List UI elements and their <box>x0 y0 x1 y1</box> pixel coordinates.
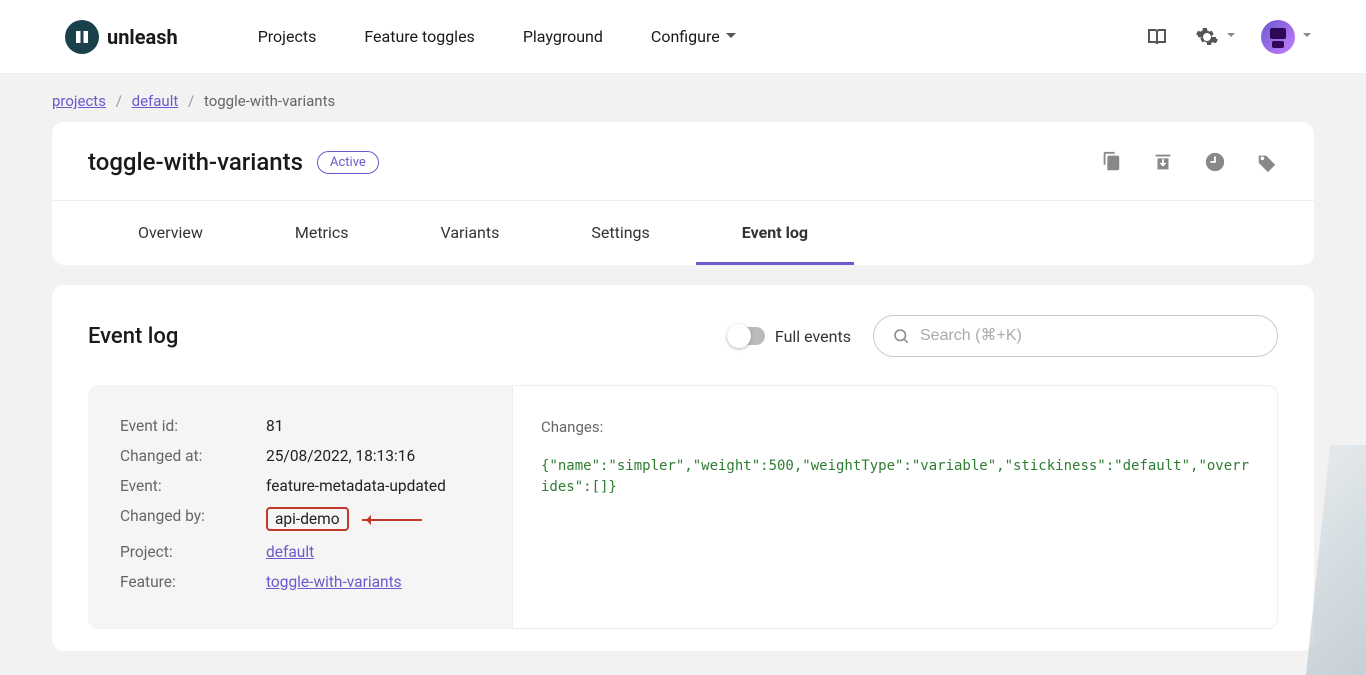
breadcrumb-sep: / <box>188 92 194 110</box>
status-badge: Active <box>317 151 379 174</box>
full-events-toggle[interactable]: Full events <box>727 327 851 346</box>
nav-configure[interactable]: Configure <box>651 27 736 46</box>
logo[interactable]: unleash <box>65 20 178 54</box>
event-log-header: Event log Full events <box>88 315 1278 357</box>
breadcrumb-project[interactable]: default <box>132 92 179 110</box>
event-feature-link[interactable]: toggle-with-variants <box>266 573 402 591</box>
event-changed-at-label: Changed at: <box>120 447 266 465</box>
clock-icon[interactable] <box>1204 151 1226 173</box>
top-nav-right <box>1145 20 1311 54</box>
event-project-link[interactable]: default <box>266 543 314 561</box>
event-feature-label: Feature: <box>120 573 266 591</box>
event-changed-at-value: 25/08/2022, 18:13:16 <box>266 447 415 465</box>
tab-metrics[interactable]: Metrics <box>249 201 395 265</box>
tag-icon[interactable] <box>1256 151 1278 173</box>
nav-links: Projects Feature toggles Playground Conf… <box>258 27 736 46</box>
search-input[interactable] <box>920 327 1259 345</box>
tab-settings[interactable]: Settings <box>545 201 695 265</box>
tab-variants[interactable]: Variants <box>395 201 546 265</box>
event-type-label: Event: <box>120 477 266 495</box>
changes-label: Changes: <box>541 418 1249 436</box>
feature-header-card: toggle-with-variants Active Overview Met… <box>52 122 1314 265</box>
annotation-arrow <box>362 519 422 521</box>
feature-header: toggle-with-variants Active <box>52 122 1314 201</box>
event-log-section: Event log Full events Event id: 81 Chang… <box>52 285 1314 651</box>
docs-icon[interactable] <box>1145 25 1169 49</box>
event-project-label: Project: <box>120 543 266 561</box>
nav-feature-toggles[interactable]: Feature toggles <box>364 27 474 46</box>
nav-playground[interactable]: Playground <box>523 27 603 46</box>
event-id-label: Event id: <box>120 417 266 435</box>
breadcrumb-current: toggle-with-variants <box>204 92 335 110</box>
archive-icon[interactable] <box>1152 151 1174 173</box>
breadcrumb-sep: / <box>116 92 122 110</box>
event-log-title: Event log <box>88 324 178 349</box>
breadcrumb: projects / default / toggle-with-variant… <box>0 74 1366 122</box>
user-menu[interactable] <box>1261 20 1311 54</box>
event-id-value: 81 <box>266 417 283 435</box>
event-type-value: feature-metadata-updated <box>266 477 446 495</box>
logo-text: unleash <box>107 25 178 49</box>
background-decoration <box>1306 445 1366 675</box>
feature-header-icons <box>1100 151 1278 173</box>
event-meta: Event id: 81 Changed at: 25/08/2022, 18:… <box>88 385 512 629</box>
toggle-switch[interactable] <box>727 327 765 345</box>
gear-icon <box>1195 25 1219 49</box>
feature-tabs: Overview Metrics Variants Settings Event… <box>52 201 1314 265</box>
breadcrumb-projects[interactable]: projects <box>52 92 106 110</box>
nav-projects[interactable]: Projects <box>258 27 317 46</box>
event-changed-by-label: Changed by: <box>120 507 266 531</box>
search-icon <box>892 327 910 345</box>
event-changed-by-value: api-demo <box>266 507 422 531</box>
full-events-label: Full events <box>775 327 851 346</box>
changes-json: {"name":"simpler","weight":500,"weightTy… <box>541 456 1249 498</box>
event-changes: Changes: {"name":"simpler","weight":500,… <box>512 385 1278 629</box>
copy-icon[interactable] <box>1100 151 1122 173</box>
changed-by-highlight: api-demo <box>266 507 349 531</box>
search-box[interactable] <box>873 315 1278 357</box>
settings-menu[interactable] <box>1195 25 1235 49</box>
tab-overview[interactable]: Overview <box>92 201 249 265</box>
feature-title: toggle-with-variants <box>88 148 303 176</box>
logo-icon <box>65 20 99 54</box>
avatar <box>1261 20 1295 54</box>
tab-event-log[interactable]: Event log <box>696 201 854 265</box>
event-item: Event id: 81 Changed at: 25/08/2022, 18:… <box>88 385 1278 629</box>
top-nav: unleash Projects Feature toggles Playgro… <box>0 0 1366 74</box>
